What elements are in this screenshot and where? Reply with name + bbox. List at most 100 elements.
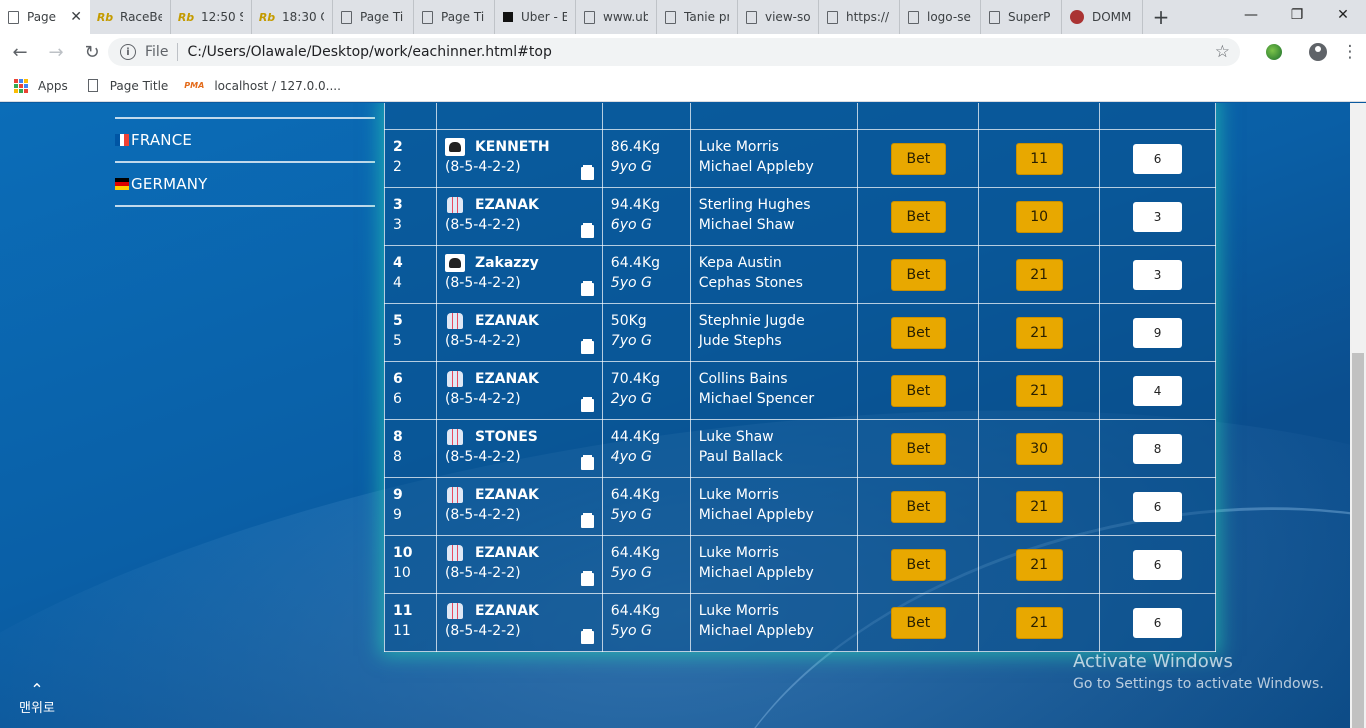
browser-tab[interactable]: SuperP [981,0,1062,34]
url-text[interactable]: C:/Users/Olawale/Desktop/work/eachinner.… [187,44,551,60]
notes-icon[interactable] [580,571,594,586]
odds-button[interactable]: 21 [1015,374,1063,407]
bookmark-apps[interactable]: Apps [14,78,68,93]
tab-title: www.ub [603,10,648,24]
browser-tab[interactable]: Page Ti [333,0,414,34]
notes-icon[interactable] [580,339,594,354]
forward-button[interactable]: → [40,36,72,68]
stake-input[interactable]: 3 [1133,259,1183,290]
notes-icon[interactable] [580,281,594,296]
bet-button[interactable]: Bet [890,258,946,291]
horse-form: (8-5-4-2-2) [444,159,521,175]
bet-cell: Bet [857,129,980,188]
browser-tab[interactable]: Page ✕ [0,0,90,34]
country-item-france[interactable]: FRANCE [115,119,375,163]
odds-button[interactable]: 11 [1015,142,1063,175]
bookmark-page-title[interactable]: Page Title [87,79,168,93]
horse-name[interactable]: Zakazzy [475,253,539,273]
restore-button[interactable]: ❐ [1274,0,1320,30]
stake-input[interactable]: 6 [1133,143,1183,174]
browser-tab[interactable]: Uber - E [495,0,576,34]
notes-icon[interactable] [580,397,594,412]
browser-tab[interactable]: https:// [819,0,900,34]
horse-name[interactable]: EZANAK [475,601,539,621]
stake-input[interactable]: 6 [1133,491,1183,522]
stake-input[interactable]: 8 [1133,433,1183,464]
bookmark-localhost[interactable]: PMA localhost / 127.0.0.... [184,79,341,93]
address-bar[interactable]: i File C:/Users/Olawale/Desktop/work/eac… [108,38,1240,66]
stake-input[interactable]: 4 [1133,375,1183,406]
odds-button[interactable]: 21 [1015,258,1063,291]
back-to-top-button[interactable]: ⌃ 맨위로 [12,682,62,717]
notes-icon[interactable] [580,455,594,470]
browser-tab[interactable]: view-so [738,0,819,34]
bookmark-star-icon[interactable]: ☆ [1215,42,1230,62]
notes-icon[interactable] [580,165,594,180]
country-item-partial[interactable] [115,103,375,119]
bet-button[interactable]: Bet [890,432,946,465]
menu-kebab-icon[interactable]: ⋮ [1334,36,1366,68]
back-button[interactable]: ← [4,36,36,68]
odds-button[interactable]: 10 [1015,200,1063,233]
odds-button[interactable]: 21 [1015,316,1063,349]
horse-name[interactable]: KENNETH [475,137,550,157]
browser-tab[interactable]: Page Ti [414,0,495,34]
minimize-button[interactable]: — [1228,0,1274,30]
horse-name[interactable]: EZANAK [475,195,539,215]
notes-icon[interactable] [580,629,594,644]
tab-list: Page ✕ Rb RaceBet Rb 12:50 St Rb 18:30 C Page Ti… [0,0,1143,34]
browser-tab[interactable]: Tanie pr [657,0,738,34]
bet-button[interactable]: Bet [890,548,946,581]
odds-button[interactable]: 30 [1015,432,1063,465]
odds-cell: 10 [978,187,1101,246]
country-item-germany[interactable]: GERMANY [115,163,375,207]
table-row: 2 2 KENNETH (8-5-4-2-2) 86.4Kg 9yo G Luke Morr… [384,129,1216,188]
scrollbar-thumb[interactable] [1352,353,1364,728]
jockey-silk-icon [444,138,465,156]
runner-number: 6 [393,371,403,387]
bet-button[interactable]: Bet [890,374,946,407]
horse-name[interactable]: EZANAK [475,311,539,331]
runner-number: 2 [393,139,403,155]
reload-button[interactable]: ↻ [76,36,108,68]
browser-tab[interactable]: www.ub [576,0,657,34]
browser-tab[interactable]: logo-se [900,0,981,34]
odds-cell: 21 [978,361,1101,420]
close-tab-icon[interactable]: ✕ [70,9,82,25]
horse-name[interactable]: EZANAK [475,543,539,563]
stake-input[interactable]: 9 [1133,317,1183,348]
notes-icon[interactable] [580,513,594,528]
horse-name[interactable]: STONES [475,427,538,447]
bet-button[interactable]: Bet [890,490,946,523]
horse-name[interactable]: EZANAK [475,485,539,505]
odds-button[interactable]: 21 [1015,490,1063,523]
close-window-button[interactable]: ✕ [1320,0,1366,30]
stake-input[interactable]: 6 [1133,549,1183,580]
browser-tab[interactable]: Rb 18:30 C [252,0,333,34]
stake-input[interactable]: 3 [1133,201,1183,232]
info-icon[interactable]: i [120,44,136,60]
odds-button[interactable]: 21 [1015,606,1063,639]
notes-icon[interactable] [580,223,594,238]
horse-name[interactable]: EZANAK [475,369,539,389]
profile-icon[interactable] [1302,36,1334,68]
odds-button[interactable]: 21 [1015,548,1063,581]
runner-number-cell: 66 [384,361,437,420]
new-tab-button[interactable]: + [1143,0,1179,34]
runner-number-cell: 33 [384,187,437,246]
jockey-name: Kepa Austin [698,255,782,271]
cell [435,103,603,130]
bet-button[interactable]: Bet [890,606,946,639]
bet-button[interactable]: Bet [890,316,946,349]
horse-form: (8-5-4-2-2) [444,391,521,407]
bet-button[interactable]: Bet [890,142,946,175]
browser-tab[interactable]: Rb RaceBet [90,0,171,34]
table-row: 3 3 EZANAK (8-5-4-2-2) 94.4Kg 6yo G Sterling H… [384,187,1216,246]
extension-globe-icon[interactable] [1258,36,1290,68]
browser-tab[interactable]: Rb 12:50 St [171,0,252,34]
vertical-scrollbar[interactable] [1350,103,1366,728]
bet-button[interactable]: Bet [890,200,946,233]
browser-tab[interactable]: DOMM [1062,0,1143,34]
stake-input[interactable]: 6 [1133,607,1183,638]
cell [857,103,980,130]
